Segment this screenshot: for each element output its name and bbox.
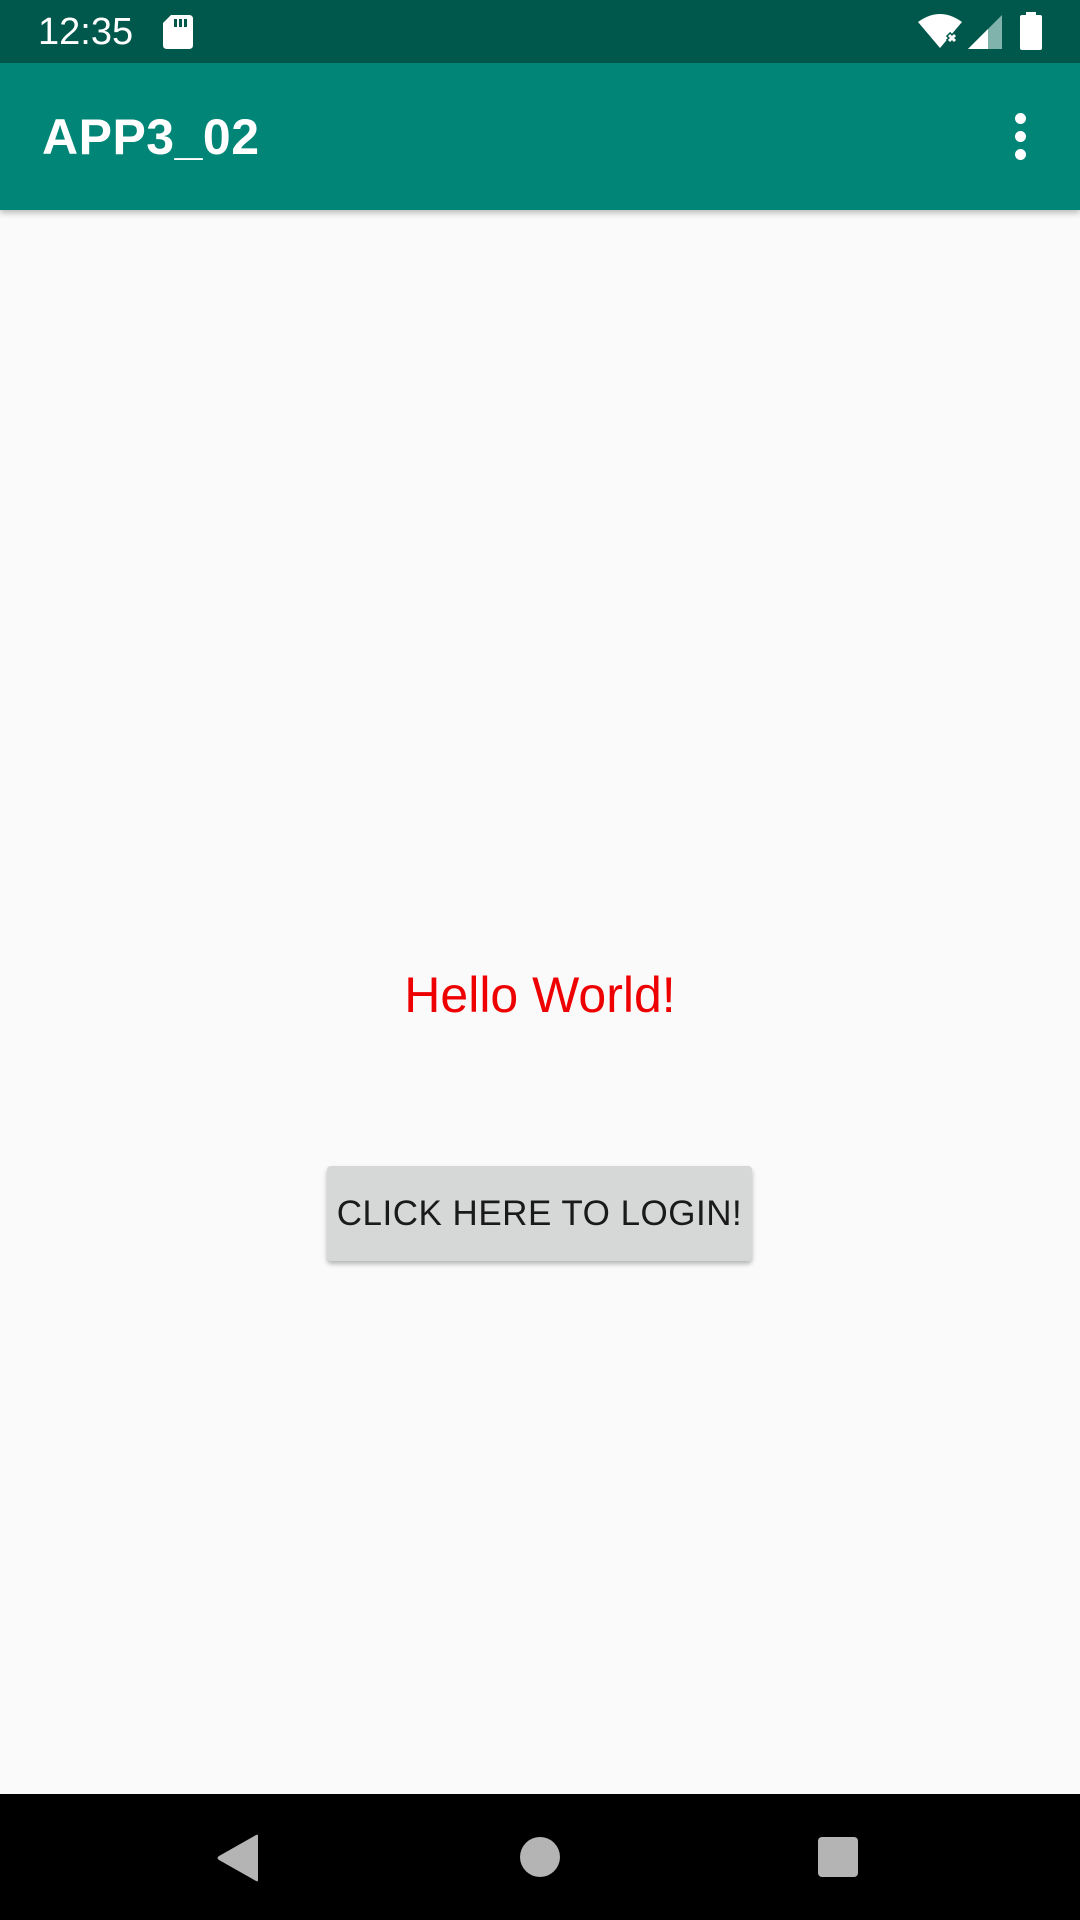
screen: 12:35 APP3_02 Hello World! CLICK HERE TO… (0, 0, 1080, 1920)
status-bar: 12:35 (0, 0, 1080, 63)
wifi-icon (918, 14, 962, 48)
greeting-text: Hello World! (404, 967, 676, 1023)
overflow-menu-dot (1015, 149, 1026, 160)
app-bar: APP3_02 (0, 63, 1080, 210)
cellular-signal-icon (968, 15, 1002, 49)
battery-icon (1020, 12, 1042, 50)
app-title: APP3_02 (42, 109, 260, 165)
status-time: 12:35 (38, 11, 134, 53)
overflow-menu-icon[interactable] (996, 107, 1048, 167)
overflow-menu-dot (1015, 113, 1026, 124)
back-icon[interactable] (216, 1834, 260, 1882)
navigation-bar (0, 1794, 1080, 1920)
sd-card-icon (163, 15, 193, 49)
login-button[interactable]: CLICK HERE TO LOGIN! (327, 1166, 752, 1261)
recents-icon[interactable] (818, 1837, 858, 1877)
home-icon[interactable] (520, 1837, 560, 1877)
overflow-menu-dot (1015, 131, 1026, 142)
